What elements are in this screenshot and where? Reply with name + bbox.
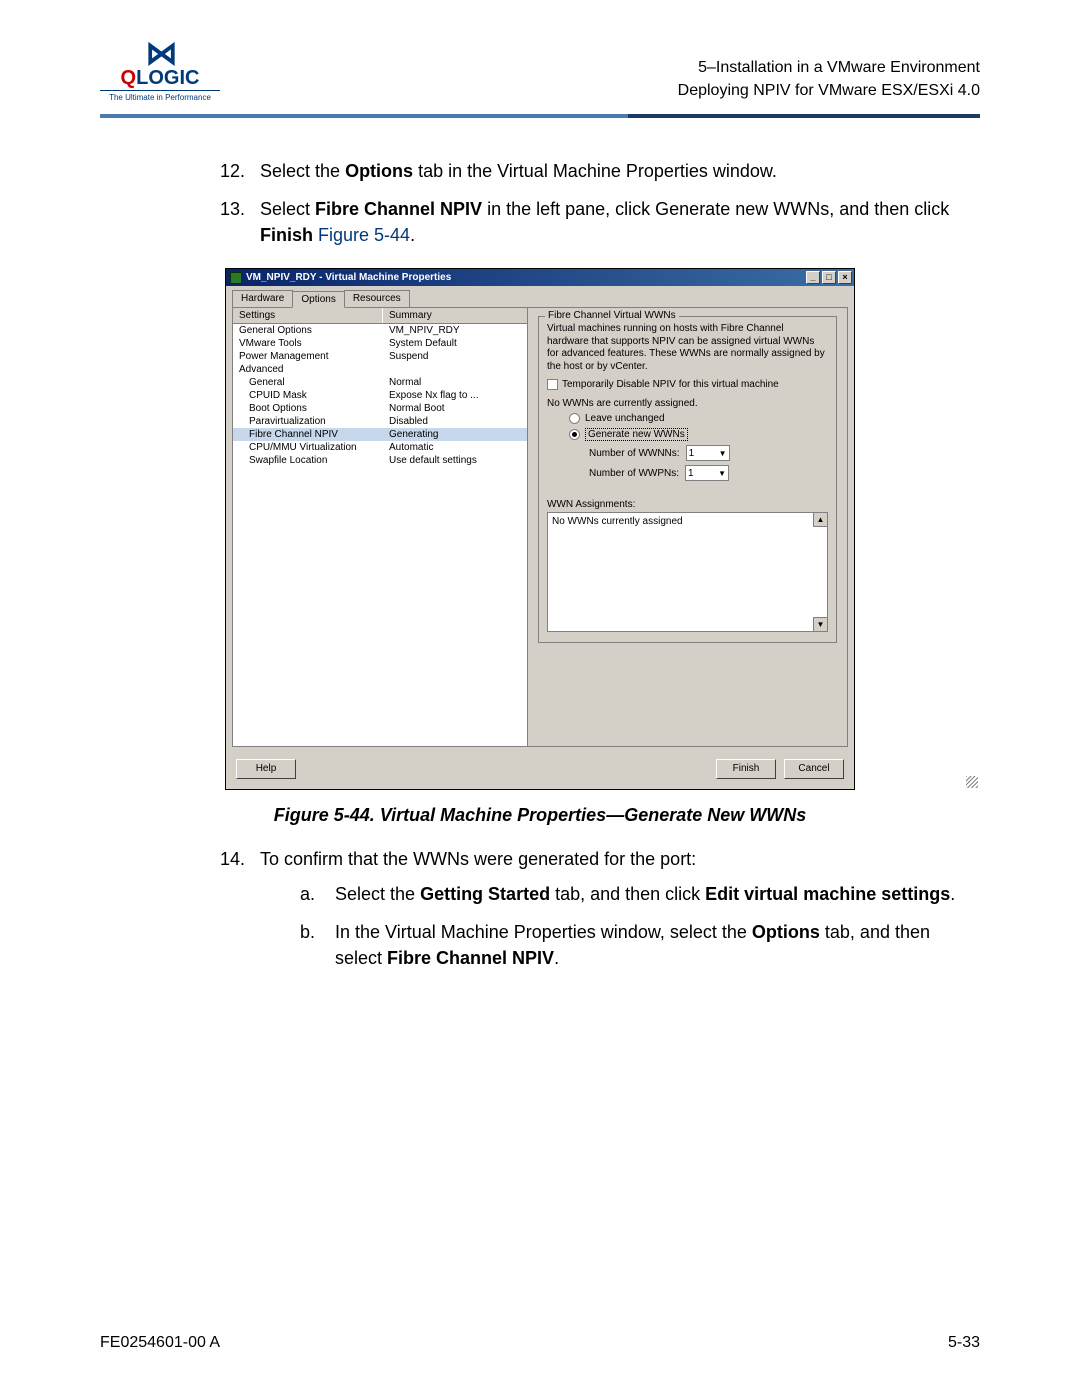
wwnn-count-label: Number of WWNNs: [589,448,680,459]
step-14b-letter: b. [300,919,335,971]
list-item-summary: VM_NPIV_RDY [383,324,527,337]
wwn-assignments-label: WWN Assignments: [547,499,828,510]
step-14-text: To confirm that the WWNs were generated … [260,846,980,872]
list-item-setting: Paravirtualization [233,415,383,428]
wwpn-count-select[interactable]: 1▼ [685,465,729,481]
list-item[interactable]: Power ManagementSuspend [233,350,527,363]
wwn-assignments-text: No WWNs currently assigned [552,516,683,527]
list-item-setting: CPUID Mask [233,389,383,402]
list-item-setting: General [233,376,383,389]
step-14a-text: Select the Getting Started tab, and then… [335,881,955,907]
radio-generate-label: Generate new WWNs [585,428,688,441]
list-item[interactable]: Swapfile LocationUse default settings [233,454,527,467]
wwpn-count-label: Number of WWPNs: [589,468,679,479]
list-item-setting: General Options [233,324,383,337]
fc-wwns-group: Fibre Channel Virtual WWNs Virtual machi… [538,316,837,643]
list-item-setting: Advanced [233,363,383,376]
tab-options[interactable]: Options [292,291,344,308]
list-item-summary: Use default settings [383,454,527,467]
radio-leave-label: Leave unchanged [585,413,665,424]
finish-button[interactable]: Finish [716,759,776,779]
resize-grip-icon[interactable] [966,776,978,788]
list-item[interactable]: GeneralNormal [233,376,527,389]
list-item[interactable]: CPU/MMU VirtualizationAutomatic [233,441,527,454]
logo-tagline: The Ultimate in Performance [100,90,220,102]
logo-text: QLOGIC [100,67,220,90]
group-description: Virtual machines running on hosts with F… [547,323,828,373]
disable-npiv-checkbox[interactable] [547,379,558,390]
disable-npiv-label: Temporarily Disable NPIV for this virtua… [562,379,779,390]
step-12-number: 12. [220,158,260,184]
radio-generate-new[interactable] [569,429,580,440]
wwn-assignments-box: No WWNs currently assigned ▲ ▼ [547,512,828,632]
list-item-setting: Swapfile Location [233,454,383,467]
list-item[interactable]: Boot OptionsNormal Boot [233,402,527,415]
col-settings: Settings [233,308,383,323]
list-item-setting: VMware Tools [233,337,383,350]
wwnn-count-select[interactable]: 1▼ [686,445,730,461]
minimize-button[interactable]: _ [806,271,820,284]
settings-list: Settings Summary General OptionsVM_NPIV_… [233,308,528,746]
scroll-up-icon[interactable]: ▲ [813,513,827,527]
list-item-summary: Normal [383,376,527,389]
list-item-setting: Fibre Channel NPIV [233,428,383,441]
maximize-button[interactable]: □ [822,271,836,284]
footer-doc-id: FE0254601-00 A [100,1334,220,1352]
list-item[interactable]: VMware ToolsSystem Default [233,337,527,350]
step-13-text: Select Fibre Channel NPIV in the left pa… [260,196,980,248]
list-item-summary: Normal Boot [383,402,527,415]
list-item-setting: CPU/MMU Virtualization [233,441,383,454]
step-13-number: 13. [220,196,260,248]
figure-link[interactable]: Figure 5-44 [318,225,410,245]
list-item[interactable]: Advanced [233,363,527,376]
col-summary: Summary [383,308,438,323]
list-item-setting: Boot Options [233,402,383,415]
chevron-down-icon: ▼ [719,449,727,458]
close-button[interactable]: × [838,271,852,284]
vm-icon [230,272,242,284]
scroll-down-icon[interactable]: ▼ [813,617,827,631]
list-item-summary [383,363,527,376]
list-item-summary: Automatic [383,441,527,454]
vm-properties-dialog: VM_NPIV_RDY - Virtual Machine Properties… [225,268,855,790]
header-section: Deploying NPIV for VMware ESX/ESXi 4.0 [678,80,980,102]
dialog-title: VM_NPIV_RDY - Virtual Machine Properties [246,272,451,283]
list-item[interactable]: Fibre Channel NPIVGenerating [233,428,527,441]
help-button[interactable]: Help [236,759,296,779]
list-item[interactable]: ParavirtualizationDisabled [233,415,527,428]
footer-page-number: 5-33 [948,1334,980,1352]
step-12-text: Select the Options tab in the Virtual Ma… [260,158,980,184]
step-14-number: 14. [220,846,260,982]
group-title: Fibre Channel Virtual WWNs [545,310,679,321]
list-item-summary: Suspend [383,350,527,363]
figure-caption: Figure 5-44. Virtual Machine Properties—… [100,805,980,826]
dialog-titlebar: VM_NPIV_RDY - Virtual Machine Properties… [226,269,854,286]
tab-resources[interactable]: Resources [344,290,410,307]
logo: ⋈ QLOGIC The Ultimate in Performance [100,40,220,102]
header-chapter: 5–Installation in a VMware Environment [678,57,980,79]
radio-leave-unchanged[interactable] [569,413,580,424]
list-item-summary: Expose Nx flag to ... [383,389,527,402]
list-item-setting: Power Management [233,350,383,363]
header-rule [100,114,980,118]
list-item[interactable]: General OptionsVM_NPIV_RDY [233,324,527,337]
logo-mark-icon: ⋈ [100,40,220,67]
cancel-button[interactable]: Cancel [784,759,844,779]
list-item[interactable]: CPUID MaskExpose Nx flag to ... [233,389,527,402]
chevron-down-icon: ▼ [718,469,726,478]
step-14a-letter: a. [300,881,335,907]
tab-hardware[interactable]: Hardware [232,290,293,307]
list-item-summary: Disabled [383,415,527,428]
list-item-summary: System Default [383,337,527,350]
list-item-summary: Generating [383,428,527,441]
no-wwns-text: No WWNs are currently assigned. [547,398,828,409]
step-14b-text: In the Virtual Machine Properties window… [335,919,980,971]
